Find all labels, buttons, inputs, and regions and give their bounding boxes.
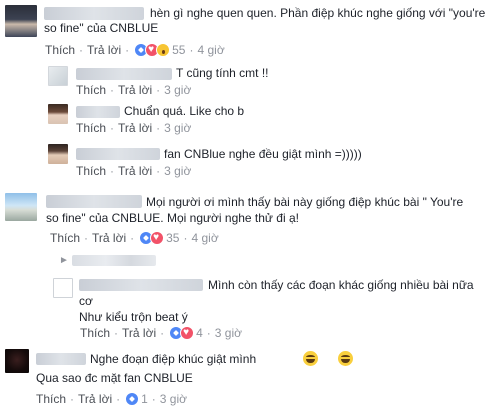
comment-text: Nghe đoạn điệp khúc giật mình [90,352,257,366]
love-reaction-icon [150,231,165,245]
timestamp[interactable]: 3 giờ [160,392,187,406]
commenter-name[interactable] [79,279,203,291]
comment-text-line2: Qua sao đc mặt fan CNBLUE [36,371,193,385]
avatar[interactable] [5,5,37,37]
commenter-name[interactable] [44,7,144,20]
avatar[interactable] [5,193,37,221]
reply-button[interactable]: Trả lời [118,164,152,178]
comment-actions: Thích · Trả lời · 1 · 3 giờ [36,392,188,406]
avatar[interactable] [48,66,68,86]
reactions-summary[interactable] [134,43,171,57]
avatar[interactable] [48,104,68,124]
reaction-count: 4 [196,326,203,340]
comment-actions: Thích · Trả lời · 35 · 4 giờ [50,231,219,245]
reactions-summary[interactable] [125,392,140,406]
commenter-name[interactable] [76,106,120,118]
like-button[interactable]: Thích [45,43,75,57]
comment-text: Mình còn thấy các đoạn khác giống nhiều … [208,278,474,292]
comment-text-line3: Như kiểu trộn beat ý [79,310,188,324]
comment-text: Chuẩn quá. Like cho b [124,104,245,118]
comment-text-line2: so fine" của CNBLUE. Mọi người nghe thử … [46,211,299,225]
comment-actions: Thích · Trả lời · 3 giờ [76,164,192,178]
timestamp[interactable]: 3 giờ [164,121,191,135]
reaction-count: 55 [172,43,186,57]
like-reaction-icon [125,392,140,406]
comment-text-line2: so fine" của CNBLUE [44,21,159,35]
timestamp[interactable]: 3 giờ [164,83,191,97]
like-button[interactable]: Thích [76,83,106,97]
commenter-name[interactable] [76,68,172,80]
reactions-summary[interactable] [169,326,195,340]
comment-actions: Thích · Trả lời · 3 giờ [76,121,192,135]
reply-button[interactable]: Trả lời [92,231,126,245]
laughing-emoji-icon [338,351,354,366]
avatar[interactable] [53,278,73,298]
like-button[interactable]: Thích [36,392,66,406]
reaction-count: 1 [141,392,148,406]
view-replies-link[interactable] [72,255,156,266]
comment-text: hèn gì nghe quen quen. Phần điệp khúc ng… [150,6,486,20]
comment-actions: Thích · Trả lời · 3 giờ [76,83,192,97]
comment-actions: Thích · Trả lời · 55 · 4 giờ [45,43,225,57]
love-reaction-icon [180,326,195,340]
like-button[interactable]: Thích [76,121,106,135]
like-button[interactable]: Thích [76,164,106,178]
reply-button[interactable]: Trả lời [78,392,112,406]
laughing-emoji-icon [303,351,318,366]
reactions-summary[interactable] [139,231,165,245]
timestamp[interactable]: 3 giờ [164,164,191,178]
reply-button[interactable]: Trả lời [122,326,156,340]
commenter-name[interactable] [36,353,86,365]
avatar[interactable] [48,144,68,164]
reaction-count: 35 [166,231,180,245]
comment-actions: Thích · Trả lời · 4 · 3 giờ [80,326,242,340]
wow-reaction-icon [156,43,171,57]
reply-button[interactable]: Trả lời [118,83,152,97]
like-button[interactable]: Thích [50,231,80,245]
like-button[interactable]: Thích [80,326,110,340]
timestamp[interactable]: 4 giờ [191,231,218,245]
comment-text-line2: cơ [79,294,93,308]
timestamp[interactable]: 4 giờ [197,43,224,57]
commenter-name[interactable] [76,148,160,160]
reply-button[interactable]: Trả lời [87,43,121,57]
timestamp[interactable]: 3 giờ [215,326,242,340]
comment-text: T cũng tính cmt !! [176,66,269,80]
reply-arrow-icon[interactable]: ► [59,255,69,266]
avatar[interactable] [5,349,29,373]
commenter-name[interactable] [46,195,142,208]
reply-button[interactable]: Trả lời [118,121,152,135]
comment-text: fan CNBlue nghe đều giật mình =))))) [164,147,362,161]
comment-text: Mọi người ơi mình thấy bài này giống điệ… [146,195,464,209]
